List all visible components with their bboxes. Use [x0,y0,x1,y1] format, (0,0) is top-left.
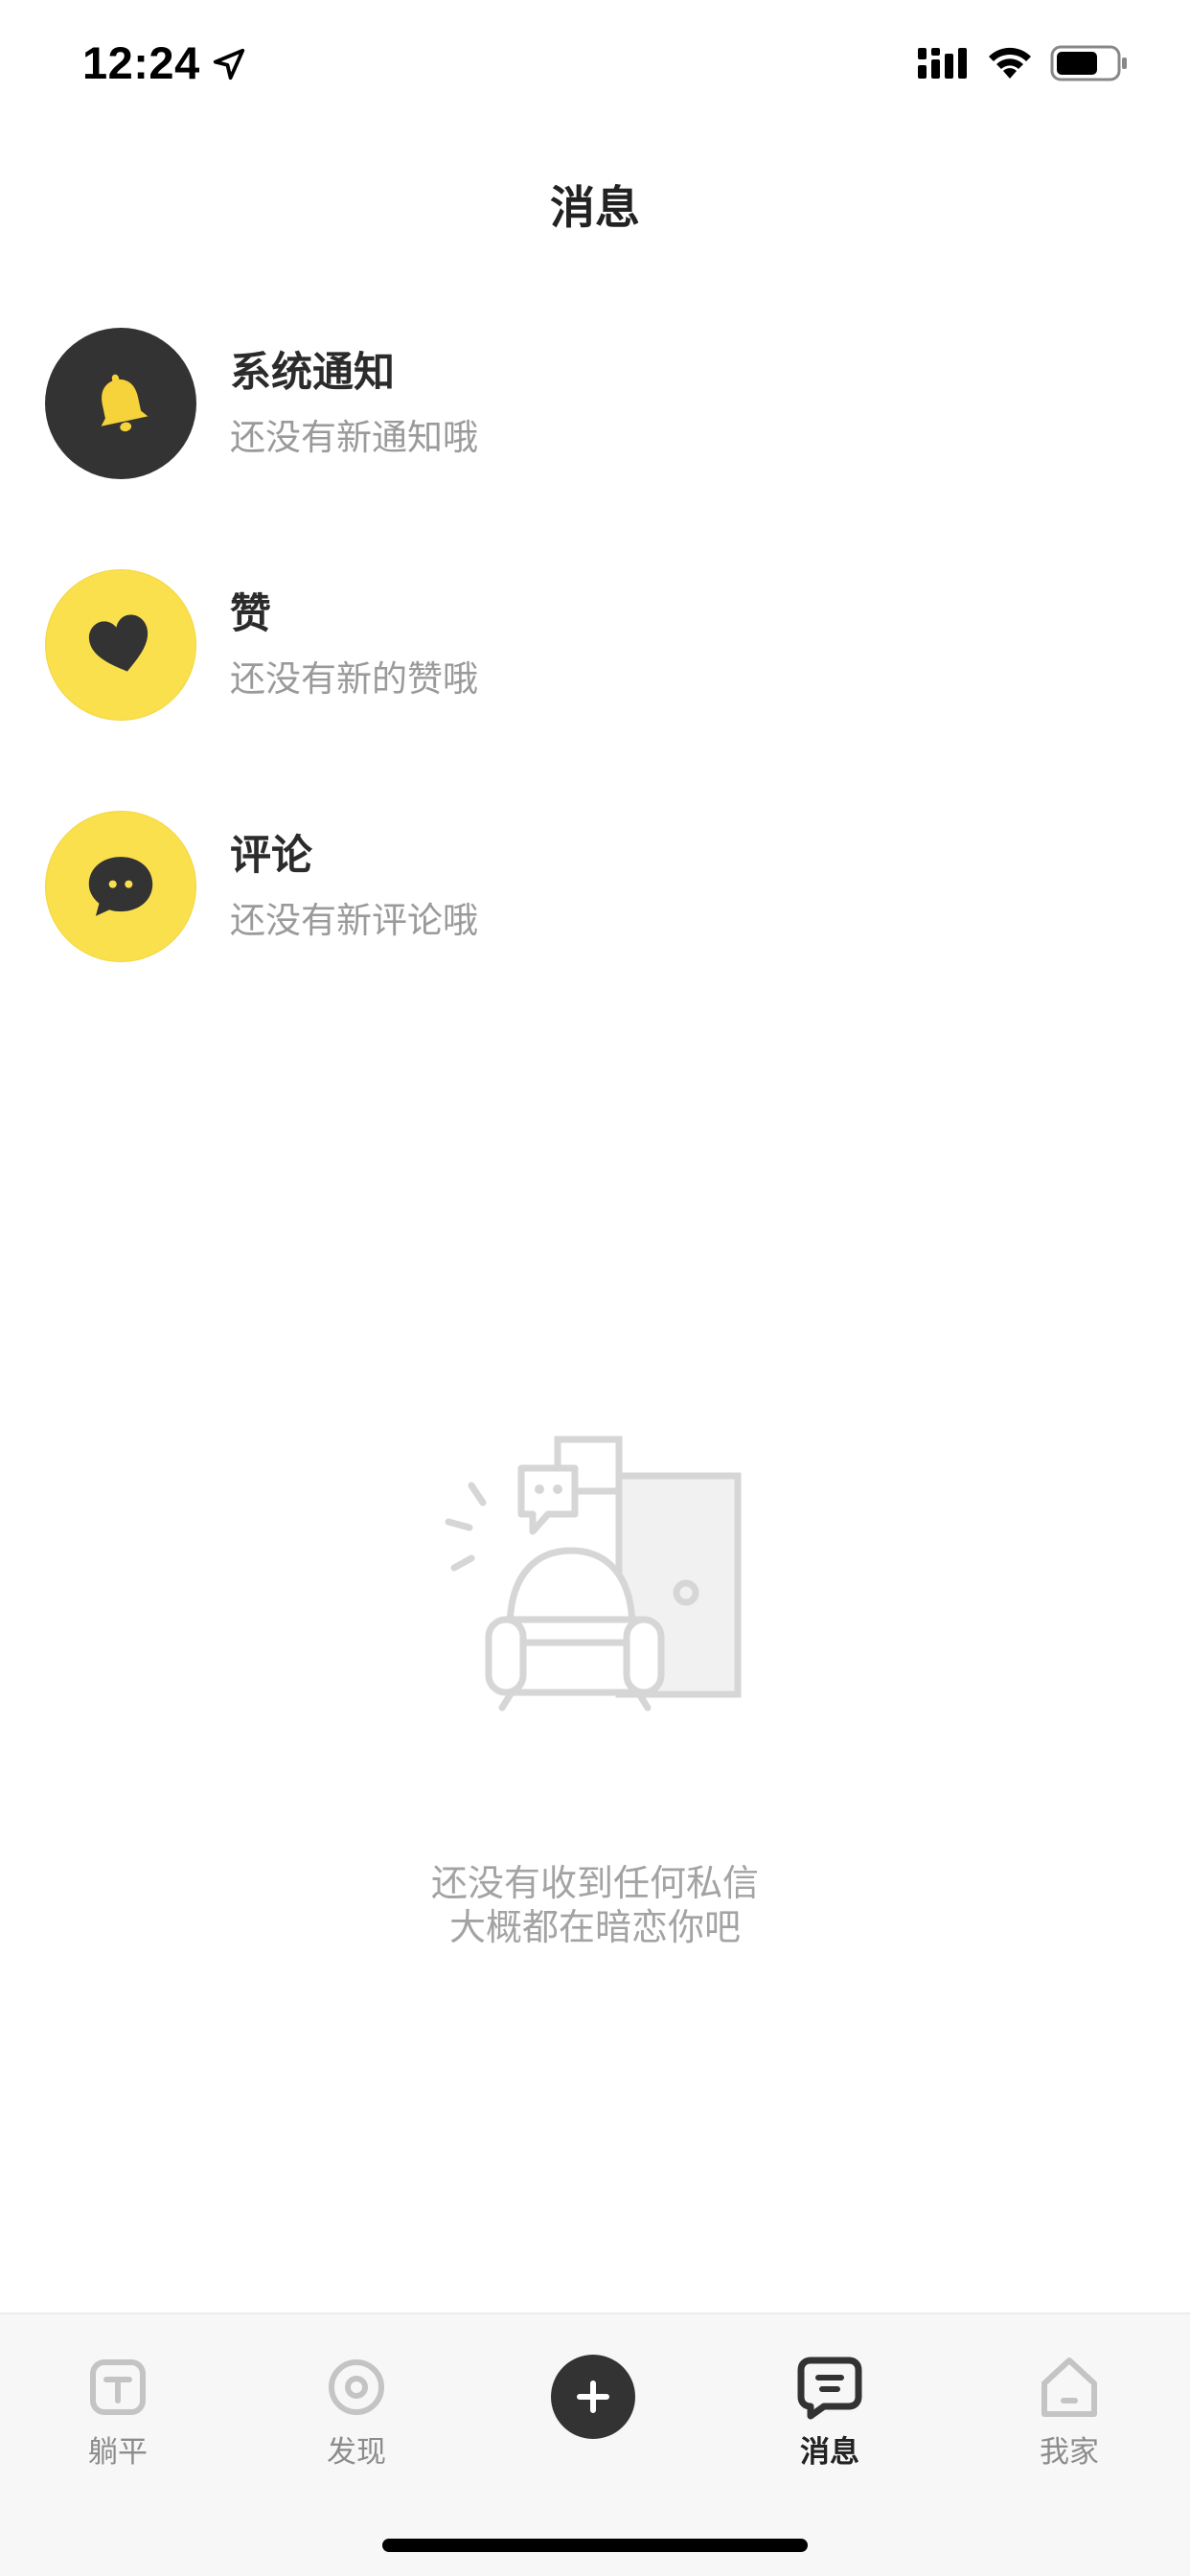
cellular-signal-icon [918,48,967,79]
category-title: 赞 [230,590,271,638]
comment-icon [88,857,153,916]
wifi-icon [989,47,1031,79]
category-title: 系统通知 [230,349,395,397]
category-item-system-notice[interactable]: 系统通知 还没有新通知哦 [0,318,1190,491]
tab-home[interactable]: 我家 [973,2314,1165,2506]
category-item-likes[interactable]: 赞 还没有新的赞哦 [0,560,1190,732]
tab-messages[interactable]: 消息 [734,2314,926,2506]
publish-button[interactable] [551,2355,635,2439]
heart-icon [88,614,149,672]
tab-label: 消息 [800,2435,859,2470]
tab-discover[interactable]: 发现 [261,2314,452,2506]
tab-label: 发现 [327,2435,386,2470]
battery-icon [1050,45,1127,81]
category-subtitle: 还没有新评论哦 [230,900,478,941]
tab-bar: 躺平 发现 消息 我家 [0,2312,1190,2576]
message-icon [797,2357,862,2420]
plus-icon [577,2380,609,2413]
home-icon [1041,2358,1097,2417]
location-arrow-icon [213,48,245,80]
status-bar: 12:24 [0,0,1190,126]
status-time: 12:24 [82,37,200,88]
category-subtitle: 还没有新通知哦 [230,417,478,458]
empty-state-line2: 大概都在暗恋你吧 [448,1906,741,1948]
tab-label: 我家 [1040,2435,1099,2470]
comments-avatar [45,811,196,962]
tab-label: 躺平 [88,2435,148,2470]
discover-icon [329,2359,384,2415]
empty-messages-illustration [445,1436,742,1712]
home-indicator [382,2539,808,2552]
likes-avatar [45,569,196,721]
tab-tangping[interactable]: 躺平 [22,2314,214,2506]
category-item-comments[interactable]: 评论 还没有新评论哦 [0,801,1190,974]
system-notice-avatar [45,328,196,479]
tangping-icon [90,2359,146,2415]
category-subtitle: 还没有新的赞哦 [230,658,478,700]
page-title: 消息 [550,182,640,235]
category-title: 评论 [230,832,312,880]
bell-icon [101,374,149,432]
